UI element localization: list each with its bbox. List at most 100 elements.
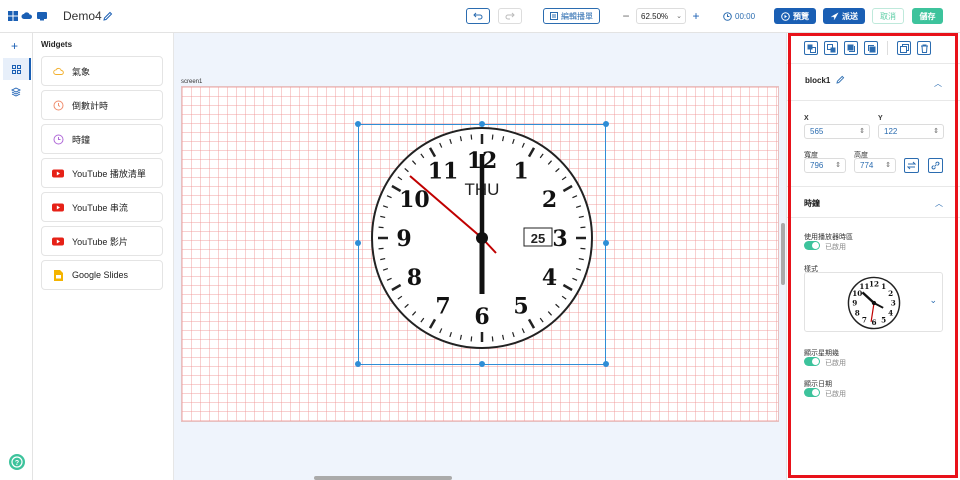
- resize-handle-b[interactable]: [479, 361, 485, 367]
- preview-label: 預覽: [793, 11, 809, 21]
- zoom-out-button[interactable]: −: [621, 9, 631, 23]
- stepper-icon[interactable]: ⇕: [885, 161, 891, 169]
- resize-handle-l[interactable]: [355, 240, 361, 246]
- stepper-icon[interactable]: ⇕: [933, 127, 939, 135]
- edit-block-name-icon[interactable]: [836, 75, 845, 86]
- redo-button[interactable]: [498, 8, 522, 24]
- clock-numeral: 2: [542, 187, 557, 213]
- preview-numeral: 6: [871, 318, 876, 327]
- widget-clock[interactable]: 時鐘: [41, 124, 163, 154]
- widget-youtube-stream[interactable]: YouTube 串流: [41, 192, 163, 222]
- zoom-value: 62.50%: [641, 11, 669, 21]
- undo-icon: [473, 12, 483, 20]
- vertical-scrollbar[interactable]: [781, 223, 785, 285]
- x-input[interactable]: 565 ⇕: [804, 124, 870, 139]
- publish-button[interactable]: 派送: [823, 8, 865, 24]
- preview-numeral: 8: [855, 308, 860, 317]
- widget-youtube-video[interactable]: YouTube 影片: [41, 226, 163, 256]
- panel-divider: [787, 217, 960, 218]
- widgets-title: Widgets: [41, 40, 73, 49]
- canvas-area[interactable]: screen1 121234567891011 THU 25: [174, 33, 786, 480]
- clock-tick: [470, 336, 473, 342]
- resize-handle-br[interactable]: [603, 361, 609, 367]
- resize-handle-r[interactable]: [603, 240, 609, 246]
- clock-tick: [378, 247, 384, 250]
- chevron-down-icon: ⌄: [676, 13, 682, 20]
- undo-button[interactable]: [466, 8, 490, 24]
- grid-icon: [11, 64, 21, 74]
- redo-icon: [505, 12, 515, 20]
- swap-dimensions-button[interactable]: [904, 158, 919, 173]
- collapse-block-icon[interactable]: ︿: [934, 78, 942, 89]
- layers-icon[interactable]: [10, 87, 22, 99]
- rocket-icon: [831, 11, 839, 20]
- widgets-tab[interactable]: [3, 58, 31, 80]
- resize-handle-tl[interactable]: [355, 121, 361, 127]
- clock-numeral: 6: [474, 304, 489, 330]
- top-bar: Demo4 編輯播單 − 62.50% ⌄ + 00:00 預覽 派送 取消 儲…: [0, 0, 960, 33]
- page-title: Demo4: [63, 9, 102, 23]
- windows-icon: [8, 11, 18, 21]
- preview-numeral: 11: [859, 282, 869, 291]
- stepper-icon[interactable]: ⇕: [859, 127, 865, 135]
- youtube-playlist-icon: [52, 167, 64, 179]
- resize-handle-tr[interactable]: [603, 121, 609, 127]
- show-weekday-toggle[interactable]: [804, 357, 820, 366]
- widget-weather[interactable]: 氣象: [41, 56, 163, 86]
- widget-label: YouTube 影片: [72, 236, 128, 247]
- cancel-button[interactable]: 取消: [872, 8, 904, 24]
- width-input[interactable]: 796 ⇕: [804, 158, 846, 173]
- horizontal-scrollbar[interactable]: [314, 476, 452, 480]
- edit-playlist-label: 編輯播單: [561, 11, 593, 21]
- bring-forward-icon: [807, 44, 816, 53]
- panel-divider: [787, 186, 960, 187]
- height-input[interactable]: 774 ⇕: [854, 158, 896, 173]
- edit-title-icon[interactable]: [103, 11, 113, 21]
- play-icon: [781, 11, 790, 21]
- add-icon[interactable]: +: [11, 39, 18, 53]
- show-date-toggle[interactable]: [804, 388, 820, 397]
- clock-numeral: 1: [513, 158, 528, 184]
- widget-youtube-playlist[interactable]: YouTube 播放清單: [41, 158, 163, 188]
- bring-to-front-button[interactable]: [844, 41, 858, 55]
- clock-icon: [723, 11, 732, 21]
- lock-ratio-button[interactable]: [928, 158, 943, 173]
- collapse-clock-icon[interactable]: ︿: [935, 198, 943, 209]
- zoom-select[interactable]: 62.50% ⌄: [636, 8, 686, 24]
- widget-label: YouTube 串流: [72, 202, 128, 213]
- y-input[interactable]: 122 ⇕: [878, 124, 944, 139]
- send-backward-button[interactable]: [824, 41, 838, 55]
- widget-countdown[interactable]: 倒數計時: [41, 90, 163, 120]
- copy-icon: [899, 43, 909, 53]
- preview-numeral: 5: [881, 315, 886, 324]
- style-select[interactable]: 12 1 2 3 4 5 6 7 8 9 10 11 ⌄: [804, 272, 943, 332]
- zoom-in-button[interactable]: +: [690, 9, 702, 23]
- x-value: 565: [810, 127, 824, 136]
- clock-numeral: 11: [428, 158, 459, 184]
- help-button[interactable]: ?: [9, 454, 25, 470]
- stepper-icon[interactable]: ⇕: [835, 161, 841, 169]
- clock-widget[interactable]: 121234567891011 THU 25: [370, 126, 594, 350]
- bring-forward-button[interactable]: [804, 41, 818, 55]
- clock-numeral: 5: [513, 294, 528, 320]
- bring-to-front-icon: [847, 44, 855, 52]
- clock-tick: [580, 247, 586, 250]
- send-to-back-button[interactable]: [864, 41, 878, 55]
- y-value: 122: [884, 127, 898, 136]
- height-value: 774: [860, 161, 874, 170]
- youtube-stream-icon: [52, 201, 64, 213]
- clock-numeral: 9: [396, 226, 411, 252]
- panel-divider: [787, 63, 960, 64]
- save-button[interactable]: 儲存: [912, 8, 943, 24]
- preview-button[interactable]: 預覽: [774, 8, 816, 24]
- clock-section-title: 時鐘: [804, 199, 820, 208]
- widget-google-slides[interactable]: Google Slides: [41, 260, 163, 290]
- edit-playlist-button[interactable]: 編輯播單: [543, 8, 600, 24]
- x-label: X: [804, 115, 809, 122]
- duplicate-button[interactable]: [897, 41, 911, 55]
- weather-icon: [52, 65, 64, 77]
- delete-button[interactable]: [917, 41, 931, 55]
- resize-handle-bl[interactable]: [355, 361, 361, 367]
- use-player-tz-toggle[interactable]: [804, 241, 820, 250]
- y-label: Y: [878, 115, 883, 122]
